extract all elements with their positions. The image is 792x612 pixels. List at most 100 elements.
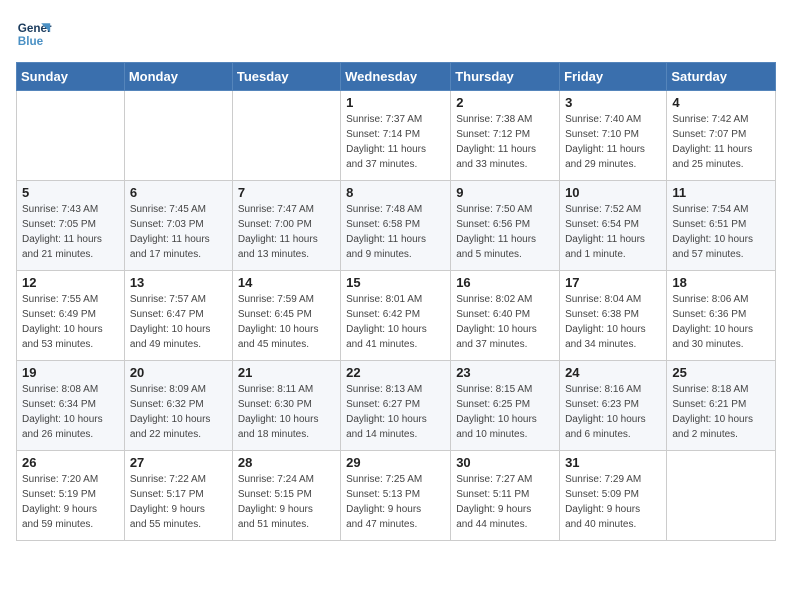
day-number: 17 — [565, 275, 661, 290]
day-number: 5 — [22, 185, 119, 200]
week-row-1: 1 Sunrise: 7:37 AM Sunset: 7:14 PM Daylig… — [17, 91, 776, 181]
day-number: 25 — [672, 365, 770, 380]
day-number: 13 — [130, 275, 227, 290]
day-number: 1 — [346, 95, 445, 110]
day-info: Sunrise: 7:20 AM Sunset: 5:19 PM Dayligh… — [22, 472, 119, 532]
day-info: Sunrise: 7:55 AM Sunset: 6:49 PM Dayligh… — [22, 292, 119, 352]
day-info: Sunrise: 8:02 AM Sunset: 6:40 PM Dayligh… — [456, 292, 554, 352]
calendar-cell: 10Sunrise: 7:52 AM Sunset: 6:54 PM Dayli… — [560, 181, 667, 271]
day-number: 23 — [456, 365, 554, 380]
calendar-cell: 7 Sunrise: 7:47 AM Sunset: 7:00 PM Daylig… — [232, 181, 340, 271]
day-info: Sunrise: 7:57 AM Sunset: 6:47 PM Dayligh… — [130, 292, 227, 352]
calendar-cell — [124, 91, 232, 181]
column-header-wednesday: Wednesday — [341, 63, 451, 91]
day-number: 29 — [346, 455, 445, 470]
calendar-cell: 9 Sunrise: 7:50 AM Sunset: 6:56 PM Daylig… — [451, 181, 560, 271]
calendar-cell: 29 Sunrise: 7:25 AM Sunset: 5:13 PM Dayli… — [341, 451, 451, 541]
day-info: Sunrise: 7:27 AM Sunset: 5:11 PM Dayligh… — [456, 472, 554, 532]
day-number: 26 — [22, 455, 119, 470]
day-number: 30 — [456, 455, 554, 470]
column-header-tuesday: Tuesday — [232, 63, 340, 91]
calendar-cell: 4Sunrise: 7:42 AM Sunset: 7:07 PM Daylig… — [667, 91, 776, 181]
calendar-cell: 22 Sunrise: 8:13 AM Sunset: 6:27 PM Dayli… — [341, 361, 451, 451]
day-number: 3 — [565, 95, 661, 110]
day-info: Sunrise: 7:54 AM Sunset: 6:51 PM Dayligh… — [672, 202, 770, 262]
day-number: 12 — [22, 275, 119, 290]
day-number: 24 — [565, 365, 661, 380]
day-number: 9 — [456, 185, 554, 200]
week-row-2: 5Sunrise: 7:43 AM Sunset: 7:05 PM Daylig… — [17, 181, 776, 271]
day-info: Sunrise: 7:52 AM Sunset: 6:54 PM Dayligh… — [565, 202, 661, 262]
calendar-cell — [232, 91, 340, 181]
day-info: Sunrise: 8:11 AM Sunset: 6:30 PM Dayligh… — [238, 382, 335, 442]
day-info: Sunrise: 8:08 AM Sunset: 6:34 PM Dayligh… — [22, 382, 119, 442]
day-number: 20 — [130, 365, 227, 380]
day-number: 19 — [22, 365, 119, 380]
day-number: 22 — [346, 365, 445, 380]
day-info: Sunrise: 8:15 AM Sunset: 6:25 PM Dayligh… — [456, 382, 554, 442]
calendar-cell: 2 Sunrise: 7:38 AM Sunset: 7:12 PM Daylig… — [451, 91, 560, 181]
calendar-cell: 23 Sunrise: 8:15 AM Sunset: 6:25 PM Dayli… — [451, 361, 560, 451]
day-number: 31 — [565, 455, 661, 470]
calendar-cell: 27 Sunrise: 7:22 AM Sunset: 5:17 PM Dayli… — [124, 451, 232, 541]
calendar-cell: 25Sunrise: 8:18 AM Sunset: 6:21 PM Dayli… — [667, 361, 776, 451]
day-number: 15 — [346, 275, 445, 290]
day-info: Sunrise: 7:48 AM Sunset: 6:58 PM Dayligh… — [346, 202, 445, 262]
day-info: Sunrise: 7:37 AM Sunset: 7:14 PM Dayligh… — [346, 112, 445, 172]
day-info: Sunrise: 7:45 AM Sunset: 7:03 PM Dayligh… — [130, 202, 227, 262]
column-header-sunday: Sunday — [17, 63, 125, 91]
day-info: Sunrise: 7:25 AM Sunset: 5:13 PM Dayligh… — [346, 472, 445, 532]
day-info: Sunrise: 8:16 AM Sunset: 6:23 PM Dayligh… — [565, 382, 661, 442]
column-header-thursday: Thursday — [451, 63, 560, 91]
day-number: 7 — [238, 185, 335, 200]
day-info: Sunrise: 8:01 AM Sunset: 6:42 PM Dayligh… — [346, 292, 445, 352]
svg-text:Blue: Blue — [18, 35, 44, 48]
day-info: Sunrise: 8:09 AM Sunset: 6:32 PM Dayligh… — [130, 382, 227, 442]
calendar-cell: 14Sunrise: 7:59 AM Sunset: 6:45 PM Dayli… — [232, 271, 340, 361]
calendar-cell: 8Sunrise: 7:48 AM Sunset: 6:58 PM Daylig… — [341, 181, 451, 271]
calendar-cell — [667, 451, 776, 541]
day-number: 14 — [238, 275, 335, 290]
day-number: 27 — [130, 455, 227, 470]
calendar-cell: 18 Sunrise: 8:06 AM Sunset: 6:36 PM Dayli… — [667, 271, 776, 361]
logo-icon: General Blue — [16, 16, 52, 52]
calendar-cell: 31Sunrise: 7:29 AM Sunset: 5:09 PM Dayli… — [560, 451, 667, 541]
calendar-cell: 13 Sunrise: 7:57 AM Sunset: 6:47 PM Dayli… — [124, 271, 232, 361]
calendar-cell: 24 Sunrise: 8:16 AM Sunset: 6:23 PM Dayli… — [560, 361, 667, 451]
week-row-3: 12 Sunrise: 7:55 AM Sunset: 6:49 PM Dayli… — [17, 271, 776, 361]
day-number: 2 — [456, 95, 554, 110]
day-info: Sunrise: 7:40 AM Sunset: 7:10 PM Dayligh… — [565, 112, 661, 172]
column-header-monday: Monday — [124, 63, 232, 91]
day-info: Sunrise: 8:13 AM Sunset: 6:27 PM Dayligh… — [346, 382, 445, 442]
logo: General Blue — [16, 16, 52, 52]
calendar-cell: 28 Sunrise: 7:24 AM Sunset: 5:15 PM Dayli… — [232, 451, 340, 541]
day-number: 18 — [672, 275, 770, 290]
calendar-cell: 19 Sunrise: 8:08 AM Sunset: 6:34 PM Dayli… — [17, 361, 125, 451]
day-number: 21 — [238, 365, 335, 380]
day-info: Sunrise: 8:04 AM Sunset: 6:38 PM Dayligh… — [565, 292, 661, 352]
calendar-cell: 6 Sunrise: 7:45 AM Sunset: 7:03 PM Daylig… — [124, 181, 232, 271]
calendar-table: SundayMondayTuesdayWednesdayThursdayFrid… — [16, 62, 776, 541]
calendar-cell: 20 Sunrise: 8:09 AM Sunset: 6:32 PM Dayli… — [124, 361, 232, 451]
day-info: Sunrise: 7:38 AM Sunset: 7:12 PM Dayligh… — [456, 112, 554, 172]
header: General Blue — [16, 16, 776, 52]
header-row: SundayMondayTuesdayWednesdayThursdayFrid… — [17, 63, 776, 91]
day-number: 4 — [672, 95, 770, 110]
day-info: Sunrise: 7:47 AM Sunset: 7:00 PM Dayligh… — [238, 202, 335, 262]
day-number: 6 — [130, 185, 227, 200]
day-info: Sunrise: 7:24 AM Sunset: 5:15 PM Dayligh… — [238, 472, 335, 532]
calendar-cell: 3 Sunrise: 7:40 AM Sunset: 7:10 PM Daylig… — [560, 91, 667, 181]
week-row-4: 19 Sunrise: 8:08 AM Sunset: 6:34 PM Dayli… — [17, 361, 776, 451]
day-number: 28 — [238, 455, 335, 470]
calendar-cell: 15 Sunrise: 8:01 AM Sunset: 6:42 PM Dayli… — [341, 271, 451, 361]
day-info: Sunrise: 7:50 AM Sunset: 6:56 PM Dayligh… — [456, 202, 554, 262]
calendar-cell: 21 Sunrise: 8:11 AM Sunset: 6:30 PM Dayli… — [232, 361, 340, 451]
day-info: Sunrise: 7:22 AM Sunset: 5:17 PM Dayligh… — [130, 472, 227, 532]
day-info: Sunrise: 8:06 AM Sunset: 6:36 PM Dayligh… — [672, 292, 770, 352]
column-header-saturday: Saturday — [667, 63, 776, 91]
column-header-friday: Friday — [560, 63, 667, 91]
calendar-cell — [17, 91, 125, 181]
calendar-cell: 5Sunrise: 7:43 AM Sunset: 7:05 PM Daylig… — [17, 181, 125, 271]
calendar-cell: 17 Sunrise: 8:04 AM Sunset: 6:38 PM Dayli… — [560, 271, 667, 361]
calendar-cell: 26 Sunrise: 7:20 AM Sunset: 5:19 PM Dayli… — [17, 451, 125, 541]
